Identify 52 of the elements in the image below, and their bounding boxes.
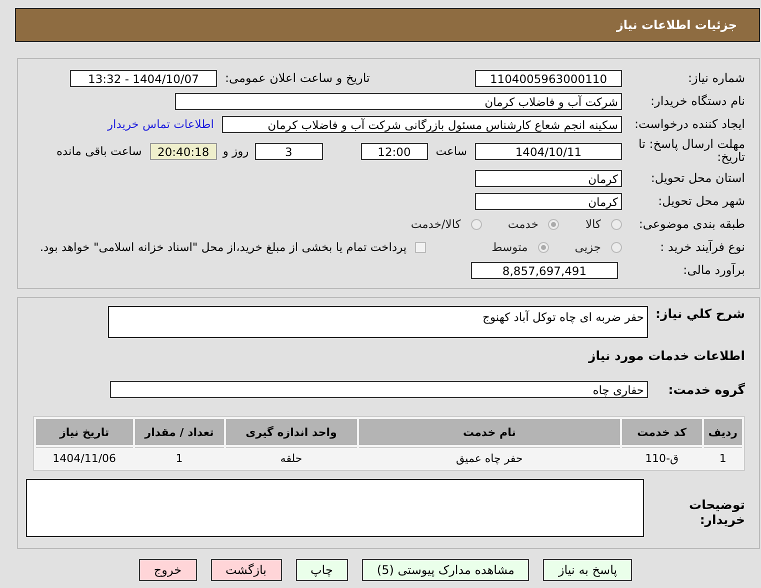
- buyer-contact-link[interactable]: اطلاعات تماس خریدار: [107, 117, 214, 131]
- column-header: کد خدمت: [622, 419, 702, 445]
- deadline-time-field: 12:00: [360, 142, 428, 160]
- payment-checkbox[interactable]: [414, 242, 426, 252]
- column-header: ردیف: [704, 419, 742, 445]
- column-header: واحد اندازه گیری: [226, 419, 357, 445]
- field-label: گروه خدمت:: [667, 382, 745, 396]
- purchase-type-radio[interactable]: متوسط: [492, 240, 549, 254]
- field-label: تاریخ و ساعت اعلان عمومی:: [224, 71, 371, 85]
- column-header: نام خدمت: [358, 419, 620, 445]
- announce-date-field: 1404/10/07 - 13:32: [70, 70, 217, 86]
- requester-field: سکینه انجم شعاع کارشناس مسئول بازرگانی شرکت آب و فاضلاب کرمان: [222, 116, 622, 132]
- field-label: نوع فرآیند خرید :: [659, 240, 745, 254]
- action-button[interactable]: پاسخ به نیاز: [543, 559, 632, 581]
- payment-note: پرداخت تمام یا بخشی از مبلغ خرید،از محل "اسناد خزانه اسلامی" خواهد بود.: [40, 240, 407, 254]
- category-radio[interactable]: کالا/خدمت: [410, 217, 482, 231]
- remaining-time-field: 20:40:18: [150, 142, 217, 160]
- field-label: نام دستگاه خریدار:: [650, 94, 745, 108]
- field-label: شماره نیاز:: [687, 71, 745, 85]
- field-label: شرح کلي نیاز:: [654, 306, 745, 321]
- need-number-field: 1104005963000110: [475, 70, 622, 86]
- field-label: استان محل تحویل:: [650, 171, 745, 185]
- time-label: ساعت: [436, 144, 467, 158]
- column-header: تعداد / مقدار: [134, 419, 224, 445]
- days-field: 3: [254, 142, 323, 160]
- remaining-label: ساعت باقی مانده: [56, 144, 142, 158]
- days-label: روز و: [222, 144, 249, 158]
- buyer-org-field: شرکت آب و فاضلاب کرمان: [175, 92, 622, 110]
- column-header: تاریخ نیاز: [36, 419, 133, 445]
- field-label: طبقه بندی موضوعی:: [638, 217, 745, 231]
- action-button[interactable]: مشاهده مدارک پیوستی (5): [362, 559, 530, 581]
- summary-textarea[interactable]: حفر ضربه ای چاه توکل آباد کهنوج: [108, 306, 648, 338]
- province-field: کرمان: [475, 170, 622, 186]
- section-heading: اطلاعات خدمات مورد نیاز: [588, 348, 745, 362]
- city-field: کرمان: [475, 192, 622, 210]
- field-label: برآورد مالی:: [682, 263, 745, 277]
- action-button[interactable]: خروج: [138, 559, 196, 581]
- purchase-type-radio[interactable]: جزیی: [574, 240, 622, 254]
- action-button[interactable]: چاپ: [296, 559, 348, 581]
- table-cell: حفر چاه عمیق: [358, 447, 620, 468]
- action-button[interactable]: بازگشت: [210, 559, 282, 581]
- category-radio[interactable]: خدمت: [508, 217, 560, 231]
- field-label: شهر محل تحویل:: [657, 194, 745, 208]
- field-label: توضیحات خریدار:: [688, 497, 745, 527]
- buyer-notes-textarea[interactable]: [26, 479, 644, 537]
- service-group-field: حفاری چاه: [110, 380, 648, 398]
- header-title: جزئیات اطلاعات نیاز: [616, 18, 737, 32]
- estimate-field: 8,857,697,491: [471, 262, 618, 278]
- deadline-date-field: 1404/10/11: [475, 142, 622, 160]
- field-label: ایجاد کننده درخواست:: [633, 117, 745, 131]
- category-radio[interactable]: کالا: [585, 217, 622, 231]
- field-label: مهلت ارسال پاسخ: تا تاریخ:: [637, 138, 745, 164]
